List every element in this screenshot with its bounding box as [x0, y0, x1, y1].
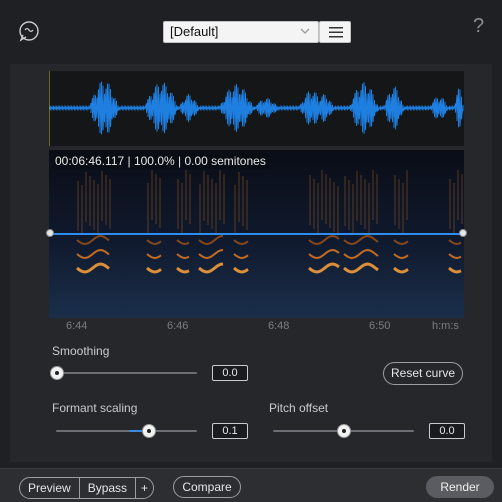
- spectral-column: [242, 176, 244, 226]
- spectral-column: [356, 171, 358, 221]
- spectral-column: [368, 183, 370, 233]
- preset-menu-button[interactable]: [319, 21, 351, 43]
- add-compare-button[interactable]: +: [135, 478, 153, 498]
- smoothing-label: Smoothing: [52, 344, 110, 358]
- spectral-column: [344, 176, 346, 226]
- time-tick: 6:48: [268, 320, 290, 332]
- smoothing-slider-knob[interactable]: [50, 366, 64, 380]
- pitch-value[interactable]: 0.0: [429, 423, 465, 439]
- spectral-column: [394, 175, 396, 225]
- spectral-column: [109, 179, 111, 229]
- reset-curve-button[interactable]: Reset curve: [383, 362, 463, 385]
- spectral-column: [325, 174, 327, 224]
- spectral-column: [238, 172, 240, 222]
- preset-value: [Default]: [170, 24, 219, 39]
- spectral-column: [317, 183, 319, 233]
- spectral-column: [147, 183, 149, 233]
- formant-slider-knob[interactable]: [142, 424, 156, 438]
- spectral-column: [234, 185, 236, 235]
- formant-slider-track[interactable]: [56, 430, 197, 432]
- formant-value[interactable]: 0.1: [212, 423, 248, 439]
- compare-button[interactable]: Compare: [173, 476, 241, 498]
- spectral-column: [313, 179, 315, 229]
- spectral-column: [348, 180, 350, 230]
- spectrogram-view[interactable]: [49, 150, 464, 318]
- spectral-column: [352, 184, 354, 234]
- hamburger-menu-icon: [329, 27, 343, 38]
- spectral-column: [461, 174, 463, 224]
- spectral-column: [398, 179, 400, 229]
- bypass-button[interactable]: Bypass: [78, 478, 135, 498]
- spectral-column: [360, 175, 362, 225]
- spectral-column: [105, 175, 107, 225]
- spectral-column: [159, 178, 161, 228]
- spectral-column: [321, 170, 323, 220]
- top-bar: [Default] ?: [0, 0, 502, 64]
- spectrogram: [49, 150, 464, 318]
- spectral-column: [333, 182, 335, 232]
- preview-button-group: Preview Bypass +: [19, 477, 155, 499]
- spectral-column: [246, 180, 248, 230]
- pitch-curve-start-handle[interactable]: [46, 229, 54, 237]
- formant-scaling-label: Formant scaling: [52, 401, 138, 415]
- spectral-column: [199, 184, 201, 234]
- spectral-column: [85, 172, 87, 222]
- smoothing-value[interactable]: 0.0: [212, 365, 248, 381]
- spectral-column: [81, 185, 83, 235]
- spectral-column: [97, 184, 99, 234]
- help-button[interactable]: ?: [473, 15, 484, 38]
- spectral-column: [376, 174, 378, 224]
- waveform-overview[interactable]: [49, 71, 464, 146]
- spectral-column: [211, 179, 213, 229]
- spectral-column: [101, 171, 103, 221]
- spectral-column: [189, 174, 191, 224]
- spectral-column: [402, 183, 404, 233]
- spectral-column: [372, 170, 374, 220]
- spectral-column: [203, 171, 205, 221]
- chevron-down-icon: [300, 28, 310, 34]
- spectral-column: [449, 179, 451, 229]
- spectral-column: [223, 174, 225, 224]
- spectral-column: [155, 174, 157, 224]
- pitch-offset-label: Pitch offset: [269, 401, 329, 415]
- spectral-column: [453, 183, 455, 233]
- waveform: [49, 71, 464, 146]
- spectral-column: [406, 170, 408, 220]
- cursor-readout: 00:06:46.117 | 100.0% | 0.00 semitones: [52, 153, 269, 169]
- render-button[interactable]: Render: [426, 476, 494, 498]
- spectral-column: [215, 183, 217, 233]
- preset-dropdown[interactable]: [Default]: [163, 21, 319, 43]
- spectral-column: [337, 186, 339, 236]
- spectral-column: [309, 175, 311, 225]
- pitch-slider-knob[interactable]: [337, 424, 351, 438]
- spectral-column: [181, 183, 183, 233]
- spectral-column: [151, 170, 153, 220]
- spectral-column: [177, 179, 179, 229]
- spectral-column: [89, 176, 91, 226]
- time-tick: 6:46: [167, 320, 189, 332]
- time-unit-label: h:m:s: [432, 320, 459, 332]
- time-tick: 6:50: [369, 320, 391, 332]
- spectral-column: [77, 181, 79, 231]
- spectral-column: [364, 179, 366, 229]
- preview-button[interactable]: Preview: [20, 478, 79, 498]
- spectral-column: [93, 180, 95, 230]
- speech-bubble-logo-icon[interactable]: [18, 20, 40, 42]
- smoothing-slider-track[interactable]: [56, 372, 197, 374]
- spectral-column: [329, 178, 331, 228]
- time-tick: 6:44: [66, 320, 88, 332]
- spectral-column: [185, 170, 187, 220]
- spectral-column: [457, 170, 459, 220]
- spectral-column: [207, 175, 209, 225]
- pitch-curve-end-handle[interactable]: [459, 229, 467, 237]
- waveform-trace: [49, 81, 464, 135]
- spectral-column: [219, 170, 221, 220]
